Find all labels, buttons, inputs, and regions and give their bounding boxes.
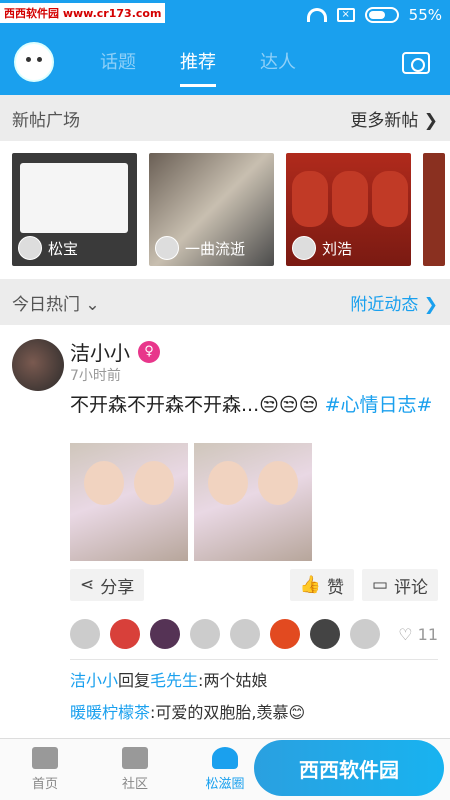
avatar[interactable] [230, 619, 260, 649]
post-actions: ⋖ 分享 👍 赞 ▭ 评论 [70, 569, 438, 601]
bottom-nav: 首页 社区 松滋圈 消息 发现 西西软件园 [0, 738, 450, 800]
post-photos [70, 443, 312, 561]
status-icons: × 55% [306, 6, 442, 24]
card-image [332, 171, 368, 227]
nav-home[interactable]: 首页 [0, 739, 90, 800]
card-username: 松宝 [48, 239, 79, 258]
post-card[interactable]: 松宝 [12, 153, 137, 266]
post-action-group: 👍 赞 ▭ 评论 [289, 569, 438, 601]
post-author: 洁小小 ♀ [70, 337, 160, 366]
sim-icon: × [336, 8, 355, 22]
share-label: 分享 [100, 577, 135, 598]
comment-label: 评论 [394, 577, 428, 598]
hot-title[interactable]: 今日热门 ⌄ [12, 290, 100, 315]
battery-level: 55% [408, 6, 442, 24]
hot-header: 今日热门 ⌄ 附近动态 ❯ [0, 279, 450, 325]
comment-icon: ▭ [371, 575, 388, 595]
like-label: 赞 [326, 577, 344, 598]
nav-label: 松滋圈 [205, 777, 245, 792]
battery-icon [364, 7, 399, 23]
comment-text: :可爱的双胞胎,羡慕😊 [150, 703, 306, 722]
more-posts-link[interactable]: 更多新帖 ❯ [350, 106, 438, 131]
card-user: 松宝 [18, 236, 78, 260]
comment-item[interactable]: 洁小小回复毛先生:两个姑娘 [70, 667, 267, 691]
post-photo[interactable] [70, 443, 188, 561]
post-text: 不开森不开森不开森...😒😒😒 #心情日志# [70, 391, 440, 419]
avatar [18, 236, 42, 260]
tab-topics[interactable]: 话题 [100, 48, 136, 87]
share-icon: ⋖ [80, 575, 95, 595]
post-tag[interactable]: #心情日志# [325, 394, 433, 416]
avatar[interactable] [270, 619, 300, 649]
author-name[interactable]: 洁小小 [70, 337, 130, 366]
post-photo[interactable] [194, 443, 312, 561]
post-card[interactable]: 刘浩 [286, 153, 411, 266]
card-image [372, 171, 408, 227]
share-button[interactable]: ⋖ 分享 [70, 569, 145, 601]
my-avatar[interactable] [14, 42, 54, 82]
card-image [20, 163, 128, 233]
avatar[interactable] [110, 619, 140, 649]
post: 洁小小 ♀ 7小时前 不开森不开森不开森...😒😒😒 #心情日志# ⋖ 分享 👍… [0, 325, 450, 780]
card-username: 一曲流逝 [185, 239, 246, 258]
avatar[interactable] [190, 619, 220, 649]
female-icon: ♀ [138, 340, 160, 363]
avatar[interactable] [310, 619, 340, 649]
likers-row: ♡ 11 [70, 617, 438, 651]
comment-reply-word: 回复 [118, 671, 151, 690]
thumbs-up-icon: 👍 [299, 575, 321, 595]
app-header: 西西软件园 www.cr173.com × 55% 话题 推荐 达人 [0, 0, 450, 95]
avatar [292, 236, 316, 260]
status-bar: 西西软件园 www.cr173.com × 55% [0, 0, 450, 32]
card-user: 一曲流逝 [155, 236, 245, 260]
watermark-logo: 西西软件园 [254, 740, 444, 796]
post-body: 不开森不开森不开森...😒😒😒 [70, 394, 325, 416]
comment-reply-to[interactable]: 毛先生 [150, 671, 198, 690]
chat-icon [122, 747, 148, 769]
comment-author[interactable]: 暖暖柠檬茶 [70, 703, 150, 722]
comment-button[interactable]: ▭ 评论 [361, 569, 438, 601]
new-posts-strip: 松宝 一曲流逝 刘浩 [0, 141, 450, 279]
new-posts-header: 新帖广场 更多新帖 ❯ [0, 95, 450, 141]
nearby-link[interactable]: 附近动态 ❯ [350, 290, 438, 315]
people-icon [212, 747, 238, 769]
like-button[interactable]: 👍 赞 [289, 569, 354, 601]
top-tabs: 话题 推荐 达人 [100, 48, 296, 87]
tab-recommend[interactable]: 推荐 [180, 48, 216, 87]
like-count-value: 11 [417, 624, 438, 644]
post-card[interactable]: 一曲流逝 [149, 153, 274, 266]
camera-icon[interactable] [402, 52, 430, 74]
nav-label: 首页 [31, 777, 58, 792]
avatar[interactable] [12, 339, 64, 391]
post-time: 7小时前 [70, 368, 121, 384]
watermark: 西西软件园 www.cr173.com [0, 3, 166, 23]
card-user: 刘浩 [292, 236, 352, 260]
tab-experts[interactable]: 达人 [260, 48, 296, 87]
avatar[interactable] [70, 619, 100, 649]
new-posts-title: 新帖广场 [12, 110, 80, 131]
avatar[interactable] [350, 619, 380, 649]
comment-text: :两个姑娘 [198, 671, 268, 690]
comment-item[interactable]: 暖暖柠檬茶:可爱的双胞胎,羡慕😊 [70, 699, 305, 723]
nav-label: 社区 [121, 777, 148, 792]
home-icon [32, 747, 58, 769]
divider [70, 659, 438, 660]
card-image [292, 171, 328, 227]
like-count: ♡ 11 [398, 624, 438, 644]
wifi-icon [306, 8, 327, 22]
post-card[interactable] [423, 153, 445, 266]
avatar[interactable] [150, 619, 180, 649]
card-username: 刘浩 [322, 239, 353, 258]
avatar [155, 236, 179, 260]
nav-community[interactable]: 社区 [90, 739, 180, 800]
comment-author[interactable]: 洁小小 [70, 671, 118, 690]
